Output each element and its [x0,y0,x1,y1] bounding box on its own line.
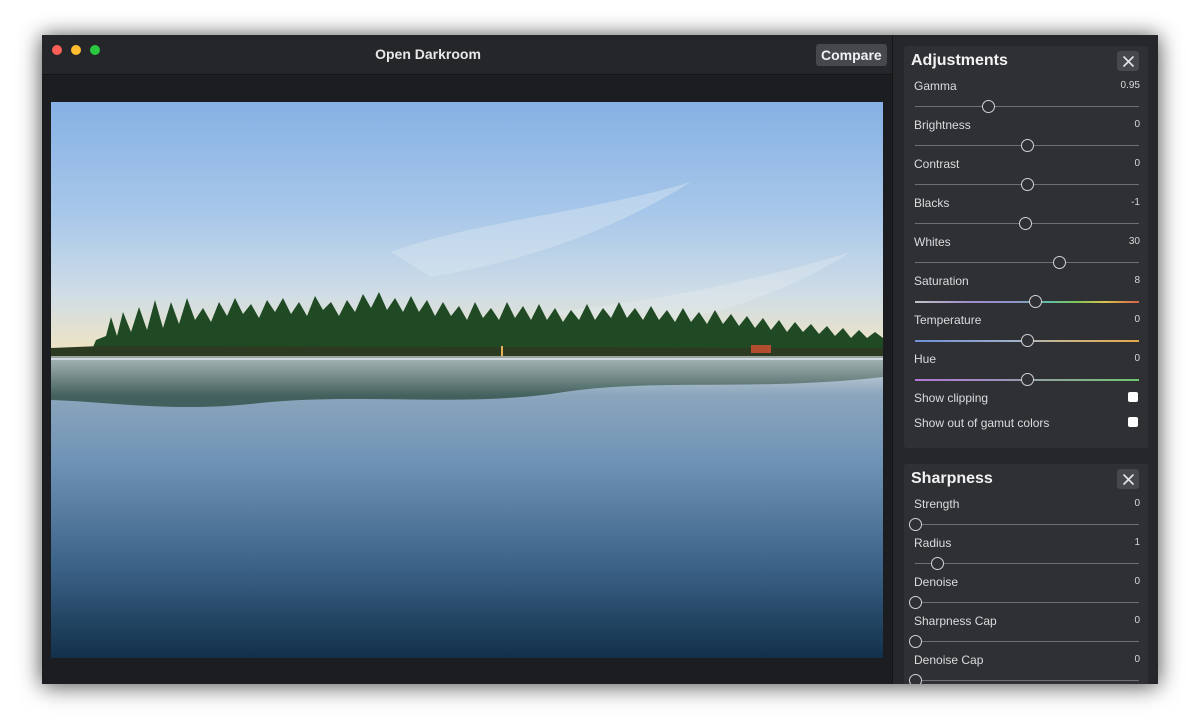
strength-slider-row: Strength 0 [904,497,1148,536]
temperature-slider-thumb[interactable] [1020,334,1034,347]
denoise-cap-slider-row: Denoise Cap 0 [904,653,1148,684]
brightness-value[interactable]: 0 [1106,119,1140,133]
gamma-slider-track[interactable] [915,106,1139,107]
blacks-label: Blacks [914,196,950,210]
saturation-slider-row: Saturation 8 [904,274,1148,313]
sidebar: Adjustments Gamma 0.95 Brightness 0 Contrast… [892,35,1158,684]
show-out-of-gamut-colors-checkbox[interactable] [1128,417,1138,427]
sharpness-cap-slider-track[interactable] [915,641,1139,642]
saturation-value[interactable]: 8 [1106,275,1140,289]
denoise-cap-slider-thumb[interactable] [908,674,922,684]
whites-value[interactable]: 30 [1106,236,1140,250]
sharpness-panel: Sharpness Strength 0 Radius 1 Denoise 0 Sharpn… [904,464,1148,684]
title-bar: Open Darkroom Compare [42,35,892,75]
show-clipping-label: Show clipping [914,391,989,405]
blacks-value[interactable]: -1 [1106,197,1140,211]
whites-slider-track[interactable] [915,262,1139,263]
saturation-slider-thumb[interactable] [1029,295,1043,308]
show-clipping-checkbox[interactable] [1128,392,1138,402]
gamma-label: Gamma [914,79,957,93]
radius-slider-thumb[interactable] [930,557,944,570]
whites-slider-row: Whites 30 [904,235,1148,274]
sharpness-close-button[interactable] [1117,469,1139,489]
temperature-label: Temperature [914,313,982,327]
sharpness-cap-label: Sharpness Cap [914,614,997,628]
adjustments-close-button[interactable] [1117,51,1139,71]
app-window: Open Darkroom Compare Adjustments Gamma … [42,35,1158,684]
denoise-slider-row: Denoise 0 [904,575,1148,614]
strength-value[interactable]: 0 [1106,498,1140,512]
denoise-cap-value[interactable]: 0 [1106,654,1140,668]
gamma-slider-thumb[interactable] [982,100,996,113]
sharpness-cap-slider-row: Sharpness Cap 0 [904,614,1148,653]
temperature-slider-row: Temperature 0 [904,313,1148,352]
radius-label: Radius [914,536,952,550]
lake-photo [51,102,883,658]
show-out-of-gamut-colors-label: Show out of gamut colors [914,416,1050,430]
adjustments-title: Adjustments [911,52,1008,69]
hue-value[interactable]: 0 [1106,353,1140,367]
adjustments-panel: Adjustments Gamma 0.95 Brightness 0 Contrast… [904,46,1148,448]
sharpness-cap-slider-thumb[interactable] [908,635,922,648]
show-out-of-gamut-colors-row: Show out of gamut colors [904,416,1148,434]
whites-label: Whites [914,235,951,249]
denoise-slider-track[interactable] [915,602,1139,603]
sharpness-title: Sharpness [911,470,993,487]
denoise-cap-slider-track[interactable] [915,680,1139,681]
contrast-value[interactable]: 0 [1106,158,1140,172]
contrast-slider-thumb[interactable] [1020,178,1034,191]
brightness-label: Brightness [914,118,971,132]
denoise-label: Denoise [914,575,959,589]
strength-slider-thumb[interactable] [908,518,922,531]
hue-slider-row: Hue 0 [904,352,1148,391]
landscape-photo-image [51,102,883,658]
contrast-label: Contrast [914,157,960,171]
whites-slider-thumb[interactable] [1052,256,1066,269]
app-title: Open Darkroom [375,46,481,62]
saturation-slider-track[interactable] [915,301,1139,303]
sharpness-cap-value[interactable]: 0 [1106,615,1140,629]
saturation-label: Saturation [914,274,969,288]
gamma-slider-row: Gamma 0.95 [904,79,1148,118]
image-canvas[interactable] [42,76,892,684]
gamma-value[interactable]: 0.95 [1106,80,1140,94]
radius-slider-row: Radius 1 [904,536,1148,575]
radius-value[interactable]: 1 [1106,537,1140,551]
temperature-value[interactable]: 0 [1106,314,1140,328]
hue-slider-thumb[interactable] [1020,373,1034,386]
blacks-slider-row: Blacks -1 [904,196,1148,235]
brightness-slider-row: Brightness 0 [904,118,1148,157]
contrast-slider-row: Contrast 0 [904,157,1148,196]
brightness-slider-thumb[interactable] [1020,139,1034,152]
denoise-value[interactable]: 0 [1106,576,1140,590]
compare-button[interactable]: Compare [816,44,887,66]
radius-slider-track[interactable] [915,563,1139,564]
denoise-cap-label: Denoise Cap [914,653,984,667]
strength-slider-track[interactable] [915,524,1139,525]
blacks-slider-thumb[interactable] [1019,217,1033,230]
denoise-slider-thumb[interactable] [908,596,922,609]
close-icon [1122,473,1134,485]
hue-label: Hue [914,352,937,366]
strength-label: Strength [914,497,960,511]
close-icon [1122,55,1134,67]
show-clipping-row: Show clipping [904,391,1148,409]
